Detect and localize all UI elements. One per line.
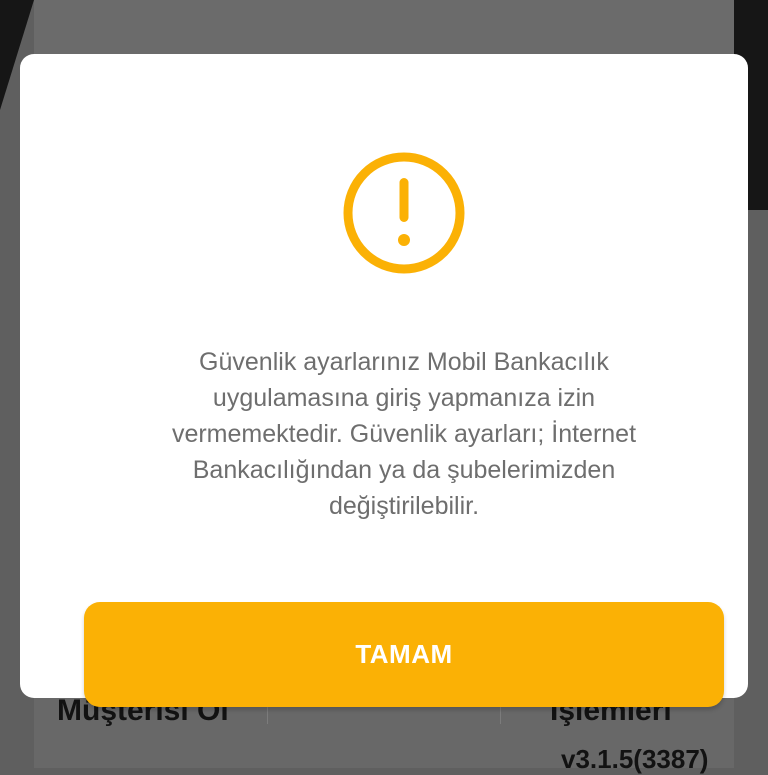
ok-button[interactable]: TAMAM <box>84 602 724 707</box>
alert-message: Güvenlik ayarlarınız Mobil Bankacılık uy… <box>171 348 637 520</box>
exclamation-circle-icon <box>343 152 465 274</box>
app-version: v3.1.5(3387) <box>561 744 709 774</box>
security-alert-dialog: Güvenlik ayarlarınız Mobil Bankacılık uy… <box>20 54 748 707</box>
